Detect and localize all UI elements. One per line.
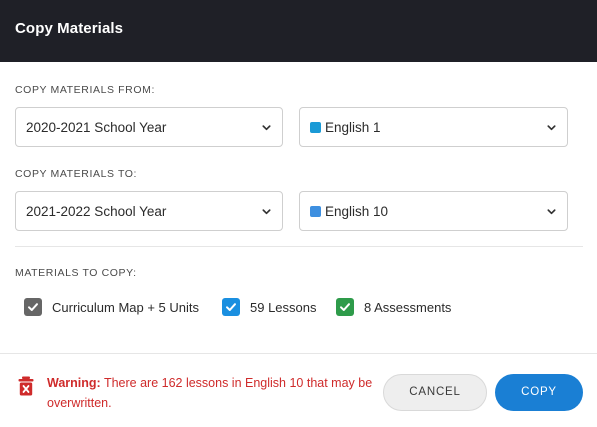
cancel-button[interactable]: CANCEL	[383, 374, 487, 411]
chevron-down-icon	[547, 125, 556, 131]
footer-divider	[0, 353, 597, 354]
warning-message: Warning: There are 162 lessons in Englis…	[47, 374, 377, 413]
dialog-header: Copy Materials	[0, 0, 597, 62]
chevron-down-icon	[547, 209, 556, 215]
copy-button[interactable]: COPY	[495, 374, 583, 411]
to-year-select[interactable]: 2021-2022 School Year	[15, 191, 283, 231]
materials-to-copy-label: MATERIALS TO COPY:	[15, 267, 137, 279]
chevron-down-icon	[262, 209, 271, 215]
to-course-value: English 10	[325, 204, 389, 219]
from-year-value: 2020-2021 School Year	[26, 120, 167, 135]
course-color-swatch	[310, 122, 321, 133]
from-year-select[interactable]: 2020-2021 School Year	[15, 107, 283, 147]
course-color-swatch	[310, 206, 321, 217]
checkbox-checked-icon	[336, 298, 354, 316]
from-course-value: English 1	[325, 120, 381, 135]
checkbox-checked-icon	[24, 298, 42, 316]
checkbox-label: 59 Lessons	[250, 300, 317, 315]
checkbox-label: Curriculum Map + 5 Units	[52, 300, 200, 315]
copy-from-label: COPY MATERIALS FROM:	[15, 84, 155, 96]
checkbox-checked-icon	[222, 298, 240, 316]
trash-warning-icon	[18, 376, 34, 396]
from-course-select[interactable]: English 1	[299, 107, 568, 147]
section-divider	[15, 246, 583, 247]
checkbox-label: 8 Assessments	[364, 300, 452, 315]
to-year-value: 2021-2022 School Year	[26, 204, 167, 219]
dialog-title: Copy Materials	[15, 20, 124, 37]
to-course-select[interactable]: English 10	[299, 191, 568, 231]
chevron-down-icon	[262, 125, 271, 131]
warning-prefix: Warning:	[47, 376, 101, 390]
copy-to-label: COPY MATERIALS TO:	[15, 168, 138, 180]
